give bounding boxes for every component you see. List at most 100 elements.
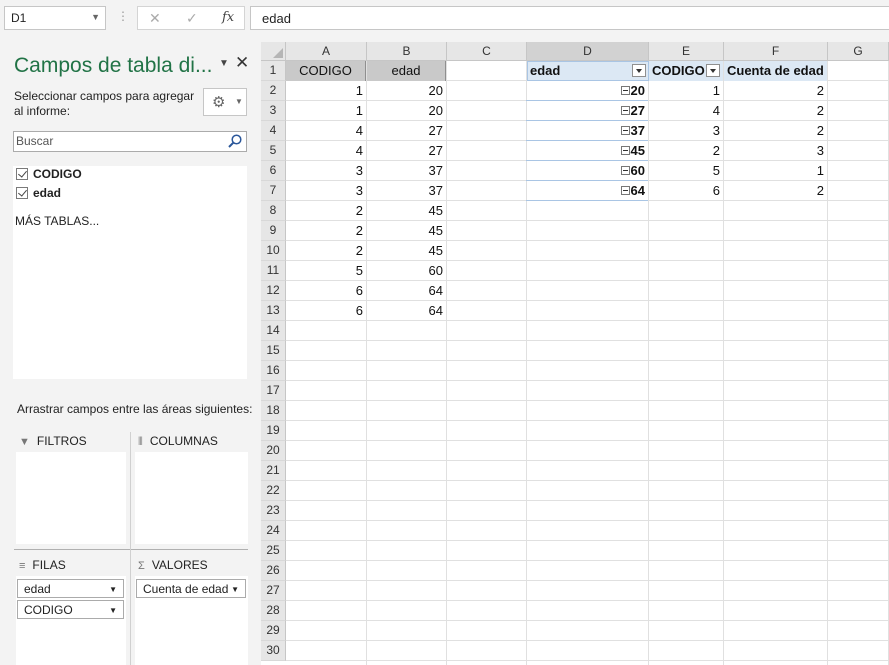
- pivot-codigo-cell[interactable]: 1: [649, 81, 723, 101]
- pivot-count-cell[interactable]: 2: [724, 181, 827, 201]
- row-header-7[interactable]: 7: [261, 181, 286, 201]
- pivot-row-label[interactable]: 60: [527, 161, 648, 181]
- row-header-20[interactable]: 20: [261, 441, 286, 461]
- table-cell[interactable]: 2: [286, 241, 366, 261]
- values-drop-area[interactable]: Cuenta de edad ▼: [135, 576, 248, 665]
- row-header-15[interactable]: 15: [261, 341, 286, 361]
- table-cell[interactable]: 27: [367, 141, 446, 161]
- row-header-6[interactable]: 6: [261, 161, 286, 181]
- pane-menu-icon[interactable]: ▼: [219, 58, 229, 69]
- table-cell[interactable]: 45: [367, 201, 446, 221]
- pivot-codigo-cell[interactable]: 4: [649, 101, 723, 121]
- table-header-cell[interactable]: edad: [367, 61, 446, 81]
- row-header-23[interactable]: 23: [261, 501, 286, 521]
- collapse-icon[interactable]: [620, 186, 630, 195]
- rows-field-codigo[interactable]: CODIGO ▼: [17, 600, 124, 619]
- collapse-icon[interactable]: [620, 106, 630, 115]
- pivot-codigo-cell[interactable]: 6: [649, 181, 723, 201]
- row-header-26[interactable]: 26: [261, 561, 286, 581]
- checkbox-checked-icon[interactable]: [16, 187, 28, 199]
- formula-input[interactable]: edad: [250, 6, 889, 30]
- checkbox-checked-icon[interactable]: [16, 168, 28, 180]
- row-header-25[interactable]: 25: [261, 541, 286, 561]
- column-header-b[interactable]: B: [367, 42, 447, 61]
- row-header-30[interactable]: 30: [261, 641, 286, 661]
- row-header-17[interactable]: 17: [261, 381, 286, 401]
- chevron-down-icon[interactable]: ▼: [91, 12, 100, 22]
- rows-field-edad[interactable]: edad ▼: [17, 579, 124, 598]
- row-header-21[interactable]: 21: [261, 461, 286, 481]
- table-cell[interactable]: 45: [367, 221, 446, 241]
- field-item-codigo[interactable]: CODIGO: [16, 167, 82, 183]
- table-cell[interactable]: 20: [367, 101, 446, 121]
- row-header-18[interactable]: 18: [261, 401, 286, 421]
- row-header-24[interactable]: 24: [261, 521, 286, 541]
- pivot-codigo-cell[interactable]: 2: [649, 141, 723, 161]
- table-cell[interactable]: 20: [367, 81, 446, 101]
- row-header-19[interactable]: 19: [261, 421, 286, 441]
- table-cell[interactable]: 64: [367, 281, 446, 301]
- column-header-c[interactable]: C: [447, 42, 527, 61]
- row-header-16[interactable]: 16: [261, 361, 286, 381]
- column-header-g[interactable]: G: [828, 42, 889, 61]
- close-icon[interactable]: ✕: [235, 53, 249, 73]
- pivot-codigo-cell[interactable]: 3: [649, 121, 723, 141]
- table-cell[interactable]: 1: [286, 81, 366, 101]
- table-header-cell[interactable]: CODIGO: [286, 61, 366, 81]
- collapse-icon[interactable]: [620, 126, 630, 135]
- table-cell[interactable]: 3: [286, 161, 366, 181]
- table-cell[interactable]: 37: [367, 181, 446, 201]
- pivot-row-label[interactable]: 20: [527, 81, 648, 101]
- column-header-d[interactable]: D: [527, 42, 649, 61]
- table-cell[interactable]: 4: [286, 121, 366, 141]
- pivot-row-label[interactable]: 27: [527, 101, 648, 121]
- table-cell[interactable]: 6: [286, 301, 366, 321]
- collapse-icon[interactable]: [620, 166, 630, 175]
- pivot-row-label[interactable]: 64: [527, 181, 648, 201]
- chevron-down-icon[interactable]: ▼: [109, 606, 117, 615]
- insert-function-icon[interactable]: fx: [222, 10, 234, 25]
- search-input[interactable]: Buscar: [13, 131, 247, 152]
- collapse-icon[interactable]: [620, 86, 630, 95]
- table-cell[interactable]: 45: [367, 241, 446, 261]
- pivot-count-cell[interactable]: 2: [724, 101, 827, 121]
- row-header-9[interactable]: 9: [261, 221, 286, 241]
- table-cell[interactable]: 6: [286, 281, 366, 301]
- table-cell[interactable]: 2: [286, 201, 366, 221]
- row-header-27[interactable]: 27: [261, 581, 286, 601]
- row-header-4[interactable]: 4: [261, 121, 286, 141]
- values-field-cuenta[interactable]: Cuenta de edad ▼: [136, 579, 246, 598]
- row-header-11[interactable]: 11: [261, 261, 286, 281]
- row-header-22[interactable]: 22: [261, 481, 286, 501]
- more-tables-link[interactable]: MÁS TABLAS...: [15, 214, 99, 228]
- filters-drop-area[interactable]: [16, 452, 126, 544]
- row-header-13[interactable]: 13: [261, 301, 286, 321]
- table-cell[interactable]: 4: [286, 141, 366, 161]
- column-header-a[interactable]: A: [286, 42, 367, 61]
- table-cell[interactable]: 2: [286, 221, 366, 241]
- columns-drop-area[interactable]: [135, 452, 248, 544]
- pivot-header-cell[interactable]: Cuenta de edad: [724, 61, 827, 81]
- rows-drop-area[interactable]: edad ▼ CODIGO ▼: [16, 576, 126, 665]
- column-header-f[interactable]: F: [724, 42, 828, 61]
- table-cell[interactable]: 3: [286, 181, 366, 201]
- pivot-count-cell[interactable]: 1: [724, 161, 827, 181]
- row-header-29[interactable]: 29: [261, 621, 286, 641]
- pivot-row-label[interactable]: 45: [527, 141, 648, 161]
- table-cell[interactable]: 60: [367, 261, 446, 281]
- cancel-icon[interactable]: ✕: [149, 10, 161, 27]
- filter-dropdown-icon[interactable]: [706, 64, 720, 77]
- row-header-3[interactable]: 3: [261, 101, 286, 121]
- row-header-5[interactable]: 5: [261, 141, 286, 161]
- enter-icon[interactable]: ✓: [186, 10, 198, 27]
- row-header-10[interactable]: 10: [261, 241, 286, 261]
- field-item-edad[interactable]: edad: [16, 186, 61, 202]
- pivot-row-label[interactable]: 37: [527, 121, 648, 141]
- column-header-e[interactable]: E: [649, 42, 724, 61]
- table-cell[interactable]: 27: [367, 121, 446, 141]
- table-cell[interactable]: 1: [286, 101, 366, 121]
- spreadsheet-grid[interactable]: A B C D E F G 1 2 3 4 5 6 7 8 9 10 11 12 13 14 15 16 17 18 19 20 21…: [261, 42, 889, 665]
- row-header-8[interactable]: 8: [261, 201, 286, 221]
- table-cell[interactable]: 37: [367, 161, 446, 181]
- pivot-count-cell[interactable]: 2: [724, 81, 827, 101]
